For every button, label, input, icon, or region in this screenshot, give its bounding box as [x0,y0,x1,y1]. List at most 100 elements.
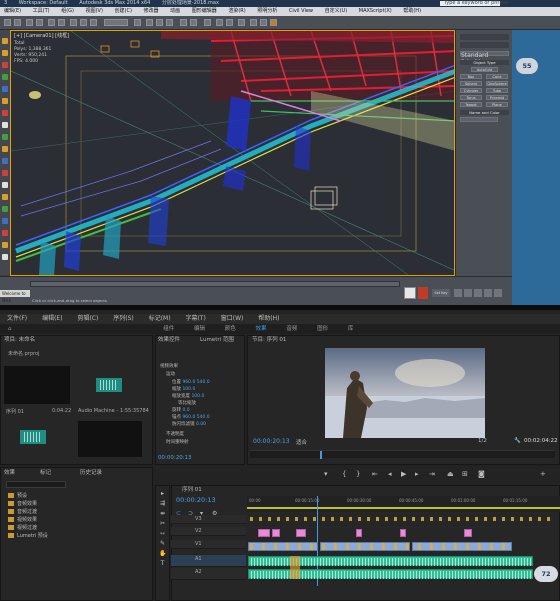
maxscript-listener[interactable]: Welcome to MAX [0,290,30,303]
project-panel-tab[interactable]: 项目: 未命名 [4,336,35,345]
material-editor-icon[interactable] [238,19,245,26]
max-menu-create[interactable]: 创建(C) [115,8,132,14]
timeline-tab[interactable]: 序列 01 [182,486,202,495]
work-area-bar[interactable] [247,507,560,509]
track-header-v3[interactable]: V3 [171,515,246,524]
track-header-v2[interactable]: V2 [171,527,246,536]
tool-icon-18[interactable] [2,242,8,248]
playhead-marker[interactable] [320,451,322,459]
max-menu-customize[interactable]: 自定义(U) [325,8,348,14]
pr-menu-edit[interactable]: 编辑(E) [42,315,62,322]
layer-icon[interactable] [204,19,211,26]
timeline-clip-pink[interactable] [258,529,270,537]
workspace-audio[interactable]: 音频 [286,326,297,332]
primitive-teapot-button[interactable]: Teapot [460,102,482,107]
program-timecode[interactable]: 00:00:20:13 [253,438,290,445]
mark-out-icon[interactable]: } [356,470,360,478]
ec-row-motion[interactable]: 运动 [166,372,175,378]
render-setup-icon[interactable] [250,19,257,26]
max-menu-rendering[interactable]: 渲染(R) [228,8,245,14]
primitive-box-button[interactable]: Box [460,74,482,79]
max-menu-civil-view[interactable]: Civil View [289,8,313,14]
workspace-graphics[interactable]: 图形 [317,326,328,332]
add-button-icon[interactable]: + [540,470,546,478]
tool-icon-8[interactable] [2,122,8,128]
tool-icon-2[interactable] [2,50,8,56]
pr-menu-sequence[interactable]: 序列(S) [113,315,134,322]
ec-row-position[interactable]: 位置 960.0 540.0 [172,380,210,386]
home-icon[interactable]: ⌂ [8,326,12,332]
ec-row-opacity[interactable]: 不透明度 [166,432,184,438]
bin-audio-transitions[interactable]: 音频过渡 [8,509,37,516]
tool-icon-11[interactable] [2,158,8,164]
set-key-icon[interactable] [418,287,428,299]
step-forward-icon[interactable]: ▸ [415,470,419,478]
tool-icon-15[interactable] [2,206,8,212]
selection-tool-icon[interactable]: ▸ [159,490,166,497]
unlink-icon[interactable] [36,19,43,26]
timeline-clip-pink[interactable] [296,529,306,537]
extract-icon[interactable]: ⊞ [462,470,468,478]
zoom-all-icon[interactable] [464,289,472,297]
max-viewport[interactable] [10,30,455,276]
angle-snap-icon[interactable] [156,19,163,26]
lift-icon[interactable]: ⏏ [447,470,454,478]
ec-row-anchor[interactable]: 锚点 960.0 540.0 [172,415,210,421]
redo-icon[interactable] [14,19,21,26]
max-search-input[interactable]: Type a keyword or phrase [440,1,508,6]
render-icon[interactable] [270,19,277,26]
maximize-viewport-icon[interactable] [494,289,502,297]
reference-coord-dropdown[interactable] [104,19,128,26]
ec-row-uniform-scale[interactable]: 等比缩放 [178,401,196,407]
orbit-icon[interactable] [484,289,492,297]
auto-key-icon[interactable] [404,287,416,299]
bin-lumetri-presets[interactable]: Lumetri 预设 [8,533,48,540]
zoom-icon[interactable] [454,289,462,297]
autogrid-checkbox[interactable]: AutoGrid [471,67,498,72]
link-icon[interactable] [26,19,33,26]
move-icon[interactable] [70,19,77,26]
tool-icon-19[interactable] [2,254,8,260]
align-icon[interactable] [190,19,197,26]
pr-menu-marker[interactable]: 标记(M) [149,315,171,322]
timeline-clip-pink[interactable] [356,529,362,537]
workspace-assembly[interactable]: 组件 [163,326,174,332]
program-video-frame[interactable] [325,348,485,438]
ec-row-scale-width[interactable]: 缩放宽度 100.0 [172,394,204,400]
bin-video-effects[interactable]: 视频效果 [8,517,37,524]
tool-icon-12[interactable] [2,170,8,176]
ripple-edit-tool-icon[interactable]: ⇹ [159,510,166,517]
pr-menu-clip[interactable]: 剪辑(C) [77,315,98,322]
tool-icon-9[interactable] [2,134,8,140]
select-region-icon[interactable] [58,19,65,26]
viewport-label[interactable]: [+] [Camera01] [线框] [14,32,69,39]
time-slider[interactable] [30,281,400,287]
bin-presets[interactable]: 预设 [8,493,27,500]
tool-icon-17[interactable] [2,230,8,236]
timeline-timecode[interactable]: 00:00:20:13 [176,496,216,504]
max-menu-lighting[interactable]: 照明分析 [257,8,277,14]
hand-tool-icon[interactable]: ✋ [159,550,166,557]
schematic-icon[interactable] [226,19,233,26]
primitive-torus-button[interactable]: Torus [460,95,482,100]
sequence-thumbnail[interactable] [4,366,70,404]
timeline-clip-pink[interactable] [464,529,472,537]
name-color-rollout[interactable]: Name and Color [460,110,509,115]
mirror-icon[interactable] [180,19,187,26]
timeline-clip-pink[interactable] [272,529,280,537]
tool-icon-3[interactable] [2,62,8,68]
effect-controls-tab[interactable]: 效果控件 [158,336,180,345]
max-menu-animation[interactable]: 动画 [170,8,180,14]
max-menu-help[interactable]: 帮助(H) [403,8,421,14]
scale-icon[interactable] [90,19,97,26]
rotate-icon[interactable] [80,19,87,26]
track-header-a2[interactable]: A2 [171,568,246,580]
ec-row-rotation[interactable]: 旋转 0.0 [172,408,190,414]
program-monitor-tab[interactable]: 节目: 序列 01 [252,336,286,345]
max-menu-edit[interactable]: 编辑(E) [4,8,21,14]
pr-menu-window[interactable]: 窗口(W) [221,315,244,322]
undo-icon[interactable] [4,19,11,26]
set-key-button[interactable]: Set Key [432,289,450,297]
command-panel-tabs[interactable] [460,34,509,40]
ec-value[interactable]: 960.0 540.0 [182,415,209,420]
